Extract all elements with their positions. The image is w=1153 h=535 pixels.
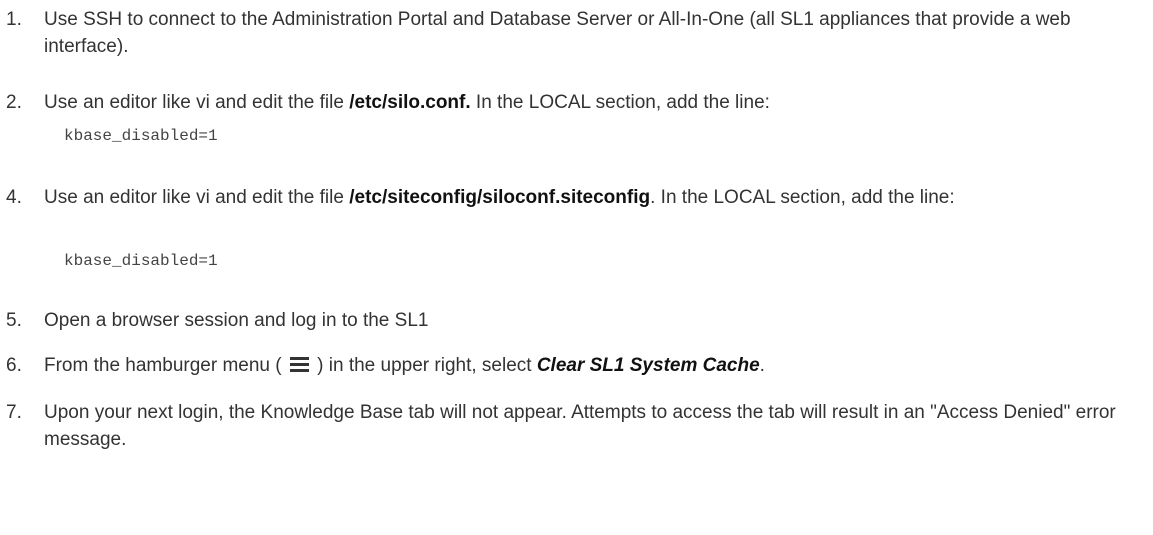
step-text-post: In the LOCAL section, add the line: (470, 92, 770, 113)
step-number: 4. (6, 187, 22, 208)
menu-option-name: Clear SL1 System Cache (536, 355, 760, 376)
file-path: /etc/siteconfig/siloconf.siteconfig (349, 187, 651, 208)
step-number: 2. (6, 92, 22, 113)
step-text-pre: From the hamburger menu ( (44, 355, 287, 376)
step-text: Upon your next login, the Knowledge Base… (44, 402, 1116, 450)
step-number: 7. (6, 402, 22, 423)
hamburger-menu-icon (289, 357, 309, 372)
code-line: kbase_disabled=1 (64, 127, 218, 145)
step-2: 2. Use an editor like vi and edit the fi… (0, 89, 1120, 116)
step-6: 6. From the hamburger menu ( ) in the up… (0, 352, 1120, 379)
code-line: kbase_disabled=1 (64, 252, 218, 270)
step-text-pre: Use an editor like vi and edit the file (44, 187, 350, 208)
step-5: 5. Open a browser session and log in to … (0, 307, 1120, 334)
step-number: 5. (6, 310, 22, 331)
step-text: From the hamburger menu ( ) in the upper… (44, 352, 1120, 379)
step-text-post: . (759, 355, 765, 376)
step-text-mid: ) in the upper right, select (311, 355, 537, 376)
step-text: Open a browser session and log in to the… (44, 310, 429, 331)
step-text: Use an editor like vi and edit the file … (44, 89, 1120, 116)
step-number: 6. (6, 355, 22, 376)
step-number: 1. (6, 9, 22, 30)
step-4: 4. Use an editor like vi and edit the fi… (0, 184, 1120, 211)
step-7: 7. Upon your next login, the Knowledge B… (0, 399, 1120, 453)
step-1: 1. Use SSH to connect to the Administrat… (0, 6, 1120, 60)
step-text: Use SSH to connect to the Administration… (44, 9, 1071, 57)
step-text-pre: Use an editor like vi and edit the file (44, 92, 350, 113)
step-text-post: . In the LOCAL section, add the line: (650, 187, 955, 208)
file-path: /etc/silo.conf. (349, 92, 471, 113)
step-text: Use an editor like vi and edit the file … (44, 184, 1120, 211)
